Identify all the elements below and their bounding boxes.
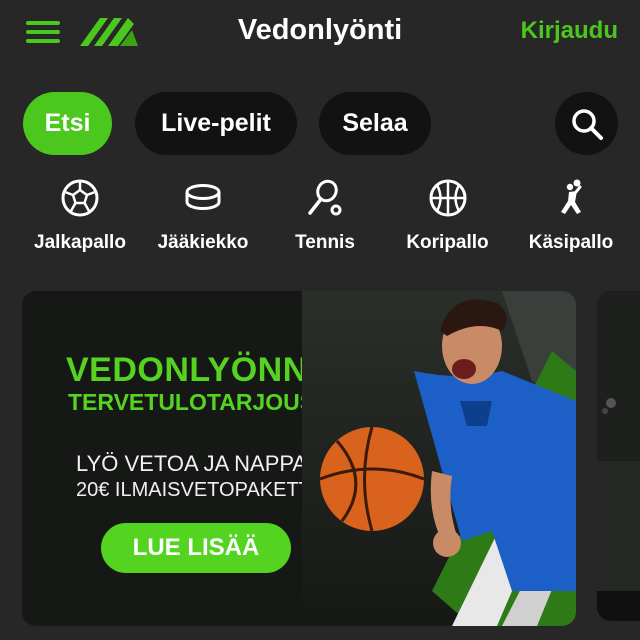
hockey-puck-icon (185, 184, 221, 210)
promo-banner-next[interactable] (597, 291, 640, 621)
sport-tennis[interactable]: Tennis (280, 178, 370, 254)
banner-artwork (597, 291, 640, 621)
search-button[interactable] (555, 92, 618, 155)
banner-text-line1: LYÖ VETOA JA NAPPAA (76, 451, 322, 476)
brand-logo[interactable] (76, 10, 140, 50)
basketball-icon (429, 179, 466, 217)
football-icon (61, 179, 99, 217)
promo-banner[interactable]: VEDONLYÖNNIN TERVETULOTARJOUS LYÖ VETOA … (22, 291, 576, 626)
tab-etsi[interactable]: Etsi (23, 92, 112, 155)
banner-subheadline: TERVETULOTARJOUS (68, 389, 316, 415)
sport-kasipallo[interactable]: Käsipallo (521, 178, 621, 254)
banner-artwork (302, 291, 576, 626)
read-more-button[interactable]: LUE LISÄÄ (101, 523, 291, 573)
sport-label: Jääkiekko (157, 232, 249, 253)
search-icon (571, 108, 603, 140)
sport-label: Tennis (295, 232, 355, 253)
tab-selaa[interactable]: Selaa (319, 92, 431, 155)
handball-icon (561, 179, 582, 214)
tab-live-pelit[interactable]: Live-pelit (135, 92, 297, 155)
banner-text-line2: 20€ ILMAISVETOPAKETTI (76, 479, 317, 501)
login-button[interactable]: Kirjaudu (521, 17, 618, 45)
sport-jaakiekko[interactable]: Jääkiekko (148, 178, 258, 254)
sport-koripallo[interactable]: Koripallo (395, 178, 500, 254)
sport-label: Käsipallo (528, 232, 614, 253)
sport-label: Jalkapallo (34, 232, 126, 253)
tennis-racket-icon (308, 179, 342, 216)
sport-label: Koripallo (406, 232, 489, 253)
top-header: Vedonlyönti Kirjaudu (0, 0, 640, 70)
sport-jalkapallo[interactable]: Jalkapallo (25, 178, 135, 254)
hamburger-menu-icon[interactable] (26, 19, 60, 45)
